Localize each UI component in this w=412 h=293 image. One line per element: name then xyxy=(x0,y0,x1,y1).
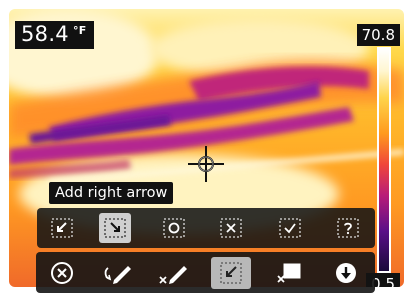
eraser-pen-icon xyxy=(159,266,187,284)
cancel-button[interactable] xyxy=(42,257,82,289)
color-scale-bar xyxy=(377,47,391,273)
erase-button[interactable] xyxy=(154,257,194,289)
arrow-down-right-button[interactable] xyxy=(99,213,131,243)
x-icon xyxy=(220,218,242,238)
question-marker-button[interactable] xyxy=(332,213,364,243)
scale-max-label: 70.8 xyxy=(356,24,400,46)
temperature-unit: °F xyxy=(72,24,87,37)
cancel-circle-icon xyxy=(51,262,73,284)
save-button[interactable] xyxy=(326,257,366,289)
check-icon xyxy=(279,218,301,238)
arrow-down-left-icon xyxy=(51,218,73,238)
arrow-down-right-icon xyxy=(104,218,126,238)
draw-button[interactable] xyxy=(98,257,138,289)
arrow-tool-button[interactable] xyxy=(211,257,251,289)
clear-box-button[interactable] xyxy=(269,257,309,289)
crosshair-icon xyxy=(188,146,224,182)
annotation-toolbar xyxy=(36,252,375,293)
question-icon xyxy=(337,218,359,238)
arrow-down-left-button[interactable] xyxy=(46,213,78,243)
check-marker-button[interactable] xyxy=(274,213,306,243)
x-marker-button[interactable] xyxy=(215,213,247,243)
tooltip: Add right arrow xyxy=(49,182,174,204)
spot-temperature-readout: 58.4 °F xyxy=(15,21,94,49)
download-circle-icon xyxy=(336,263,356,283)
arrow-options-bar xyxy=(37,208,375,248)
circle-marker-button[interactable] xyxy=(158,213,190,243)
arrow-box-icon xyxy=(220,262,242,284)
temperature-value: 58.4 xyxy=(21,22,69,46)
box-clear-icon xyxy=(277,263,301,283)
pen-icon xyxy=(104,266,131,284)
circle-icon xyxy=(163,218,185,238)
